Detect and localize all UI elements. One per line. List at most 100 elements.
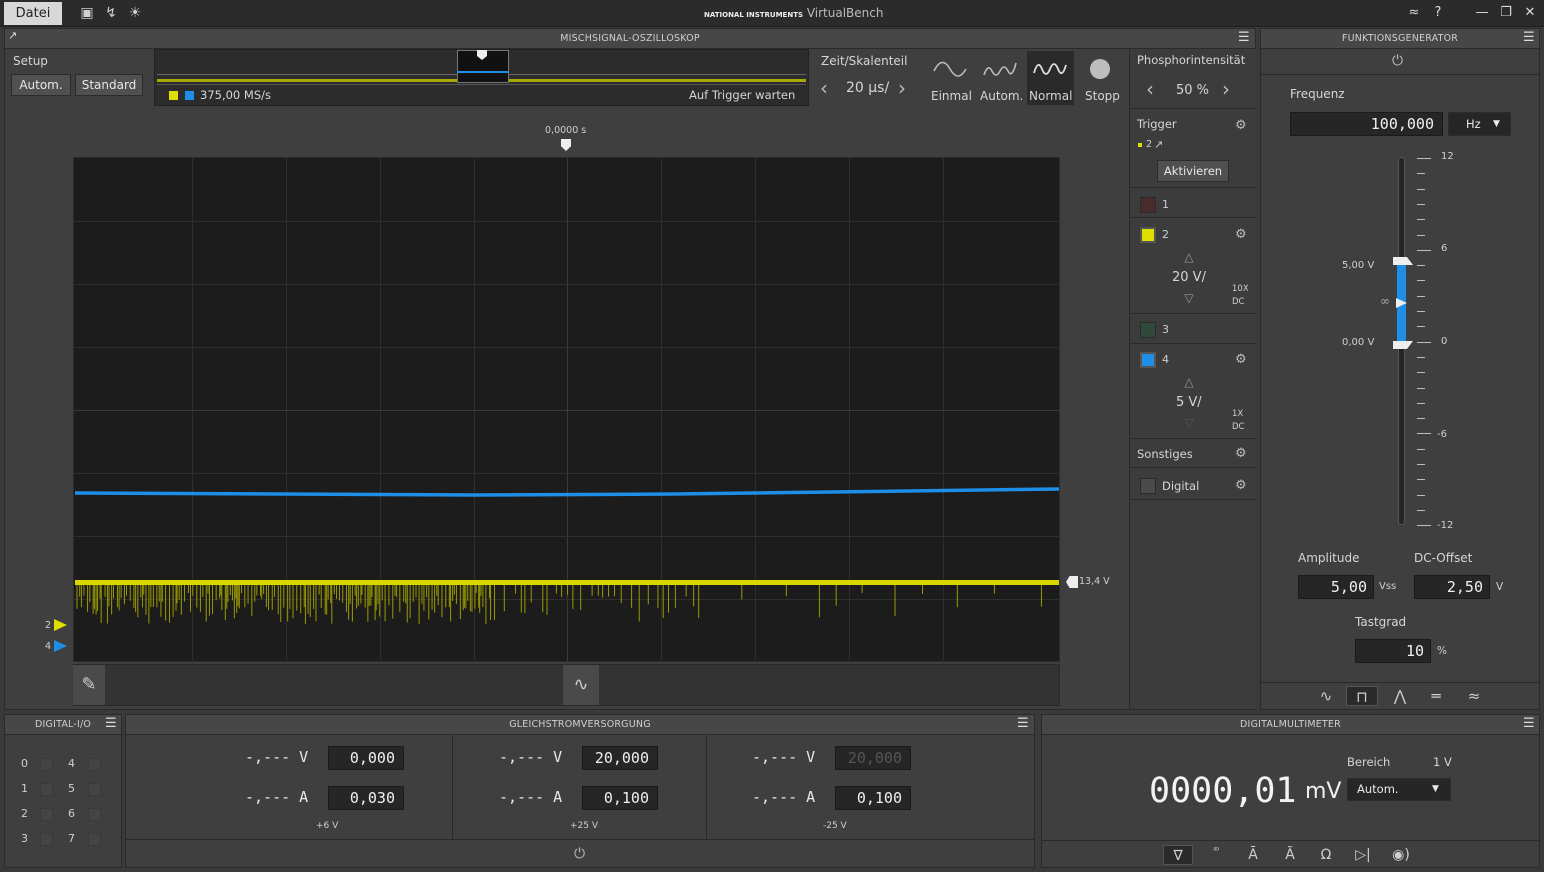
channel-2-gear-icon[interactable]: ⚙ xyxy=(1235,227,1247,242)
help-button[interactable]: ? xyxy=(1428,5,1448,21)
dc-voltage-icon[interactable]: ∇ xyxy=(1163,845,1193,865)
psu-menu-icon[interactable]: ☰ xyxy=(1017,717,1030,730)
probe-icon[interactable]: ↯ xyxy=(102,5,120,21)
channel-4-checkbox[interactable] xyxy=(1140,352,1156,368)
dmm-range-value: 1 V xyxy=(1433,755,1452,769)
dmm-menu-icon[interactable]: ☰ xyxy=(1523,717,1536,730)
duty-cycle-input[interactable]: 10 xyxy=(1355,639,1431,663)
setup-label: Setup xyxy=(13,54,48,68)
fgen-menu-icon[interactable]: ☰ xyxy=(1523,31,1536,44)
psu-voltage-measured: -,--- V xyxy=(752,748,816,766)
psu-current-setpoint[interactable]: 0,100 xyxy=(835,786,911,810)
channel-3-checkbox[interactable] xyxy=(1140,322,1156,338)
expand-icon[interactable]: ↗ xyxy=(8,30,21,41)
scope-display[interactable] xyxy=(73,157,1061,663)
dio-pin-indicator[interactable] xyxy=(88,758,101,771)
wifi-icon[interactable]: ≈ xyxy=(1404,5,1424,21)
frequency-input[interactable]: 100,000 xyxy=(1290,112,1443,136)
dmm-mode-select[interactable]: Autom. ▼ xyxy=(1347,778,1451,801)
overview-divider xyxy=(157,84,806,85)
trigger-edge-icon[interactable]: ∿ xyxy=(563,665,599,705)
close-button[interactable]: ✕ xyxy=(1520,5,1540,21)
ruler-icon[interactable]: ✎ xyxy=(73,665,105,705)
noise-icon[interactable]: ≈ xyxy=(1458,686,1490,706)
time-per-div-value[interactable]: 20 µs/ xyxy=(846,80,889,96)
ac-voltage-icon[interactable]: ᷕ xyxy=(1201,845,1231,865)
frequency-unit-select[interactable]: Hz ▼ xyxy=(1448,112,1511,136)
dio-pin-label: 5 xyxy=(68,782,75,795)
amplitude-unit: Vss xyxy=(1379,581,1397,592)
dio-menu-icon[interactable]: ☰ xyxy=(105,717,118,730)
misc-gear-icon[interactable]: ⚙ xyxy=(1235,446,1247,461)
trigger-status: Auf Trigger warten xyxy=(689,88,796,102)
psu-current-measured: -,--- A xyxy=(752,788,816,806)
dio-pin-indicator[interactable] xyxy=(40,808,53,821)
auto-setup-button[interactable]: Autom. xyxy=(11,74,71,96)
continuity-icon[interactable]: ◉) xyxy=(1386,845,1416,865)
restore-button[interactable]: ❐ xyxy=(1496,5,1516,21)
trigger-activate-button[interactable]: Aktivieren xyxy=(1157,160,1229,182)
dio-pin-indicator[interactable] xyxy=(88,808,101,821)
channel-4-gear-icon[interactable]: ⚙ xyxy=(1235,352,1247,367)
digital-gear-icon[interactable]: ⚙ xyxy=(1235,478,1247,493)
dio-pin-indicator[interactable] xyxy=(88,783,101,796)
mode-auto-button[interactable]: Autom. xyxy=(976,49,1026,106)
dc-offset-input[interactable]: 2,50 xyxy=(1414,575,1490,599)
ch2-scale-up-icon[interactable]: △ xyxy=(1178,250,1200,264)
dio-pin-indicator[interactable] xyxy=(40,833,53,846)
channel-2-checkbox[interactable] xyxy=(1140,227,1156,243)
square-wave-icon[interactable]: ⊓ xyxy=(1346,686,1378,706)
camera-icon[interactable]: ▣ xyxy=(78,5,96,21)
psu-power-icon[interactable]: ⏻ xyxy=(574,846,585,862)
psu-voltage-setpoint[interactable]: 0,000 xyxy=(328,746,404,770)
phosphor-increase-icon[interactable]: › xyxy=(1222,76,1242,102)
fgen-power-icon[interactable]: ⏻ xyxy=(1392,53,1403,69)
ch4-scale-down-icon[interactable]: ▽ xyxy=(1178,416,1200,430)
digital-checkbox[interactable] xyxy=(1140,478,1156,494)
scope-menu-icon[interactable]: ☰ xyxy=(1238,31,1251,44)
phosphor-decrease-icon[interactable]: ‹ xyxy=(1146,76,1166,102)
scale-tick xyxy=(1417,509,1425,511)
phosphor-value[interactable]: 50 % xyxy=(1176,83,1209,98)
dio-pin-indicator[interactable] xyxy=(40,783,53,796)
channel-1-checkbox[interactable] xyxy=(1140,197,1156,213)
channel-2-coupling: DC xyxy=(1232,297,1245,307)
dio-pin-indicator[interactable] xyxy=(40,758,53,771)
mode-stop-button[interactable]: Stopp xyxy=(1076,49,1126,106)
psu-voltage-setpoint[interactable]: 20,000 xyxy=(582,746,658,770)
psu-current-setpoint[interactable]: 0,030 xyxy=(328,786,404,810)
ac-current-icon[interactable]: Ã xyxy=(1275,845,1305,865)
ch4-scale-up-icon[interactable]: △ xyxy=(1178,375,1200,389)
time-increase-icon[interactable]: › xyxy=(898,76,918,100)
dio-pin-label: 7 xyxy=(68,832,75,845)
low-level-label: 0,00 V xyxy=(1342,337,1375,348)
channel-4-label: 4 xyxy=(1162,353,1169,366)
mode-normal-button[interactable]: Normal xyxy=(1027,51,1074,105)
link-icon[interactable]: ∞ xyxy=(1380,294,1390,308)
triangle-wave-icon[interactable]: ⋀ xyxy=(1384,686,1416,706)
trigger-level-label: 13,4 V xyxy=(1079,576,1110,587)
dc-icon[interactable]: ═ xyxy=(1420,686,1452,706)
channel-4-scale[interactable]: 5 V/ xyxy=(1176,395,1202,410)
ch4-marker-label: 4 xyxy=(45,641,52,652)
dc-current-icon[interactable]: Ā xyxy=(1238,845,1268,865)
diode-icon[interactable]: ▷| xyxy=(1348,845,1378,865)
trigger-settings-gear-icon[interactable]: ⚙ xyxy=(1235,118,1247,133)
mode-single-button[interactable]: Einmal xyxy=(926,49,976,106)
time-decrease-icon[interactable]: ‹ xyxy=(820,76,840,100)
waveform-traces xyxy=(74,487,1060,625)
psu-voltage-setpoint[interactable]: 20,000 xyxy=(835,746,911,770)
minimize-button[interactable]: — xyxy=(1472,5,1492,21)
channel-2-scale[interactable]: 20 V/ xyxy=(1172,270,1206,285)
psu-current-setpoint[interactable]: 0,100 xyxy=(582,786,658,810)
file-tab[interactable]: Datei xyxy=(4,2,62,25)
ch2-scale-down-icon[interactable]: ▽ xyxy=(1178,291,1200,305)
standard-setup-button[interactable]: Standard xyxy=(75,74,143,96)
brightness-icon[interactable]: ☀ xyxy=(126,5,144,21)
dio-pin-indicator[interactable] xyxy=(88,833,101,846)
amplitude-input[interactable]: 5,00 xyxy=(1298,575,1374,599)
sine-wave-icon[interactable]: ∿ xyxy=(1310,686,1342,706)
scale-tick xyxy=(1417,326,1425,328)
resistance-icon[interactable]: Ω xyxy=(1311,845,1341,865)
scale-tick xyxy=(1417,494,1425,496)
